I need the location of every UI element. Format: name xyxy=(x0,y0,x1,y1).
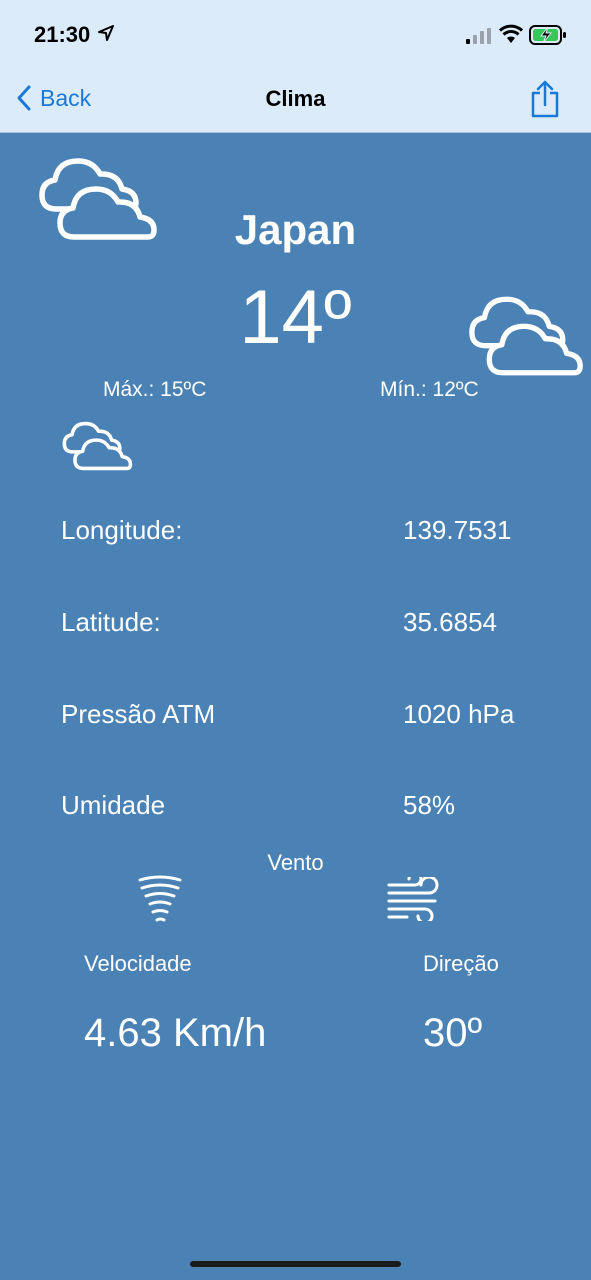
pressure-label: Pressão ATM xyxy=(61,699,216,729)
cloud-icon xyxy=(62,421,133,471)
tornado-icon xyxy=(138,875,182,922)
weather-content: Japan 14º Máx.: 15ºC Mín.: 12ºC Longitud… xyxy=(0,133,591,1280)
humidity-label: Umidade xyxy=(61,790,166,820)
wind-section-title: Vento xyxy=(267,850,324,875)
latitude-value: 35.6854 xyxy=(403,607,497,637)
share-icon[interactable] xyxy=(530,80,560,118)
longitude-value: 139.7531 xyxy=(403,515,512,545)
battery-charging-icon xyxy=(529,25,566,45)
cellular-signal-icon xyxy=(466,28,491,44)
humidity-value: 58% xyxy=(403,790,456,820)
latitude-label: Latitude: xyxy=(61,607,161,637)
status-bar: 21:30 xyxy=(0,0,591,70)
home-indicator[interactable] xyxy=(190,1261,401,1267)
page-title: Clima xyxy=(265,86,326,111)
wind-speed-label: Velocidade xyxy=(84,951,192,976)
pressure-value: 1020 hPa xyxy=(403,699,515,729)
status-time: 21:30 xyxy=(34,22,91,47)
min-temperature: Mín.: 12ºC xyxy=(380,378,479,401)
wind-icon xyxy=(387,877,439,921)
wind-direction-value: 30º xyxy=(423,1011,483,1055)
wind-direction-label: Direção xyxy=(423,951,499,976)
country-name: Japan xyxy=(234,206,357,253)
cloud-icon xyxy=(469,296,583,376)
location-arrow-icon xyxy=(98,25,114,41)
wind-speed-value: 4.63 Km/h xyxy=(84,1011,267,1055)
longitude-label: Longitude: xyxy=(61,515,183,545)
max-temperature: Máx.: 15ºC xyxy=(103,378,207,401)
wifi-icon xyxy=(499,24,523,43)
